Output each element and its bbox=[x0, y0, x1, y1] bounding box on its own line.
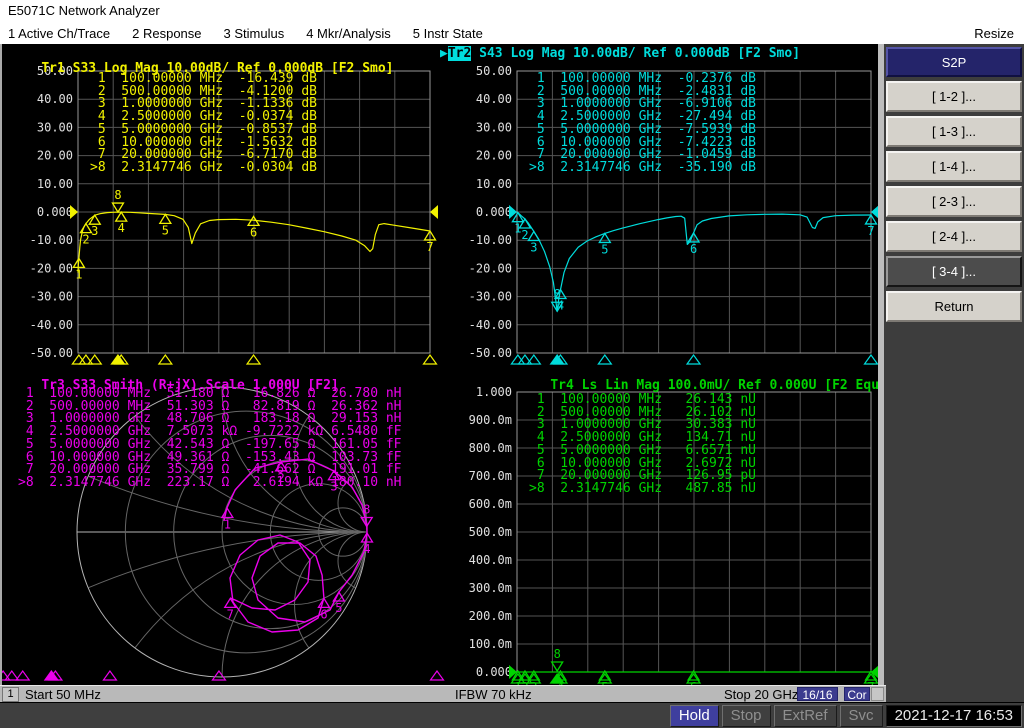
softkey-sidebar: S2P [ 1-2 ]... [ 1-3 ]... [ 1-4 ]... [ 2-3 ]… bbox=[884, 44, 1024, 702]
window-left-border bbox=[0, 44, 2, 685]
status-empty-cell bbox=[871, 687, 884, 701]
tr4-marker-table: 1 100.00000 MHz 26.143 nU 2 500.00000 MH… bbox=[529, 393, 756, 496]
start-frequency-label: Start 50 MHz bbox=[25, 686, 101, 702]
datetime-display: 2021-12-17 16:53 bbox=[885, 705, 1022, 727]
active-trace-arrow-icon: ▶ bbox=[440, 46, 448, 61]
menu-item-2[interactable]: 2 Response bbox=[132, 26, 201, 41]
softkey-23[interactable]: [ 2-3 ]... bbox=[886, 186, 1022, 217]
softkey-14[interactable]: [ 1-4 ]... bbox=[886, 151, 1022, 182]
menu-resize[interactable]: Resize bbox=[974, 26, 1014, 41]
svc-indicator: Svc bbox=[839, 705, 883, 727]
tr3-marker-table: 1 100.00000 MHz 51.180 Ω 16.826 Ω 26.780… bbox=[18, 387, 402, 490]
marker-row: >8 2.3147746 GHz -0.0304 dB bbox=[90, 159, 317, 175]
softkey-24[interactable]: [ 2-4 ]... bbox=[886, 221, 1022, 252]
softkey-header-s2p: S2P bbox=[886, 47, 1022, 77]
marker-row: >8 2.3147746 GHz 487.85 nU bbox=[529, 480, 756, 496]
correction-badge: Cor bbox=[844, 687, 870, 702]
marker-row: >8 2.3147746 GHz -35.190 dB bbox=[529, 159, 756, 175]
softkey-13[interactable]: [ 1-3 ]... bbox=[886, 116, 1022, 147]
softkey-12[interactable]: [ 1-2 ]... bbox=[886, 81, 1022, 112]
tr2-title: ▶Tr2 S43 Log Mag 10.00dB/ Ref 0.000dB [F… bbox=[440, 46, 800, 61]
tr2-title-text: S43 Log Mag 10.00dB/ Ref 0.000dB [F2 Smo… bbox=[471, 46, 801, 61]
analyzer-window: E5071C Network Analyzer 1 Active Ch/Trac… bbox=[0, 0, 1024, 728]
stop-frequency-label: Stop 20 GHz bbox=[724, 686, 799, 702]
tr2-active-badge: Tr2 bbox=[447, 46, 472, 61]
channel-indicator: 1 bbox=[2, 686, 19, 702]
menu-item-5[interactable]: 5 Instr State bbox=[413, 26, 483, 41]
extref-indicator: ExtRef bbox=[773, 705, 837, 727]
ifbw-label: IFBW 70 kHz bbox=[455, 686, 532, 702]
tr2-marker-table: 1 100.00000 MHz -0.2376 dB 2 500.00000 M… bbox=[529, 72, 756, 175]
softkey-34[interactable]: [ 3-4 ]... bbox=[886, 256, 1022, 287]
menu-item-4[interactable]: 4 Mkr/Analysis bbox=[306, 26, 391, 41]
menu-bar: 1 Active Ch/Trace 2 Response 3 Stimulus 4 M… bbox=[0, 22, 1024, 45]
softkey-return[interactable]: Return bbox=[886, 291, 1022, 322]
sweep-points-badge: 16/16 bbox=[797, 687, 838, 702]
marker-row: >8 2.3147746 GHz 223.17 Ω 2.6194 kΩ 180.… bbox=[18, 474, 402, 490]
stop-indicator: Stop bbox=[721, 705, 771, 727]
hold-indicator: Hold bbox=[669, 705, 719, 727]
window-title: E5071C Network Analyzer bbox=[8, 3, 160, 18]
tr4-title-text: Tr4 Ls Lin Mag 100.0mU/ Ref 0.000U [F2 E… bbox=[550, 378, 887, 393]
menu-item-3[interactable]: 3 Stimulus bbox=[224, 26, 285, 41]
tr1-marker-table: 1 100.00000 MHz -16.439 dB 2 500.00000 M… bbox=[90, 72, 317, 175]
status-bar: 1 Start 50 MHz IFBW 70 kHz Stop 20 GHz 1… bbox=[0, 685, 886, 702]
window-titlebar: E5071C Network Analyzer bbox=[0, 0, 1024, 22]
menu-item-1[interactable]: 1 Active Ch/Trace bbox=[8, 26, 110, 41]
instrument-status-bar: Hold Stop ExtRef Svc 2021-12-17 16:53 bbox=[0, 702, 1024, 728]
